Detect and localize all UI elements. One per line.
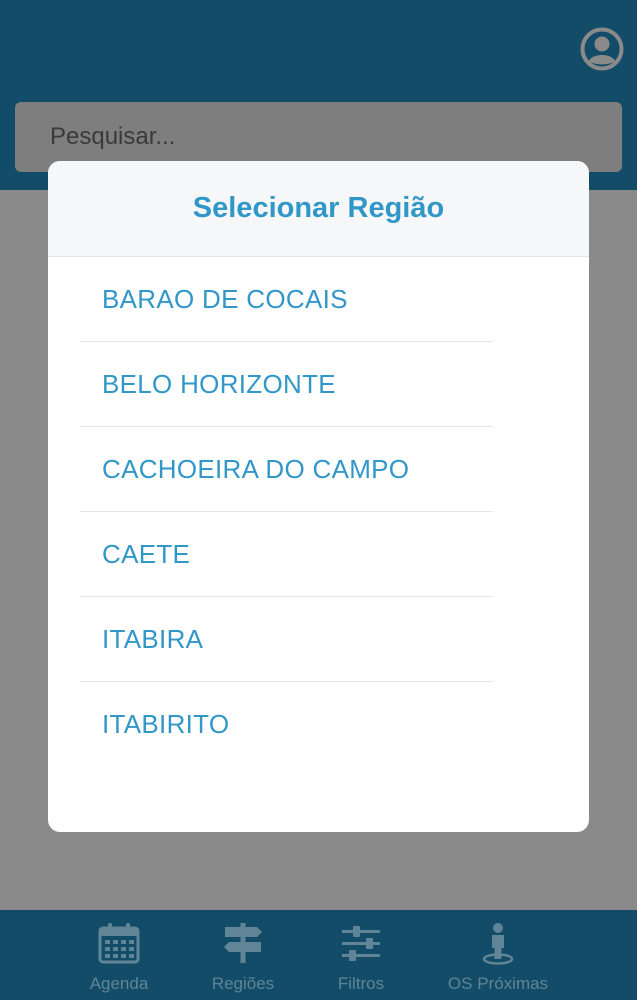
region-option-label: ITABIRA bbox=[102, 623, 204, 654]
nav-label-agenda: Agenda bbox=[89, 974, 149, 993]
region-option[interactable]: CAETE bbox=[80, 512, 493, 597]
region-option-label: ITABIRITO bbox=[102, 709, 230, 739]
sliders-icon bbox=[342, 926, 380, 961]
region-option[interactable]: ITABIRITO bbox=[80, 682, 493, 767]
nav-item-os-proximas[interactable]: OS Próximas bbox=[438, 910, 558, 1000]
nav-label-regioes: Regiões bbox=[211, 974, 275, 993]
region-option-label: BARAO DE COCAIS bbox=[102, 283, 348, 314]
region-option-label: BELO HORIZONTE bbox=[102, 368, 336, 399]
signpost-icon bbox=[224, 923, 262, 963]
region-option[interactable]: CACHOEIRA DO CAMPO bbox=[80, 427, 493, 512]
location-person-icon bbox=[482, 923, 514, 965]
dialog-header: Selecionar Região bbox=[48, 161, 589, 257]
nav-item-agenda[interactable]: Agenda bbox=[78, 910, 160, 1000]
nav-item-regioes[interactable]: Regiões bbox=[202, 910, 284, 1000]
dialog-title: Selecionar Região bbox=[192, 192, 445, 224]
nav-label-os-proximas: OS Próximas bbox=[447, 974, 549, 993]
select-region-dialog: Selecionar Região BARAO DE COCAIS BELO H… bbox=[48, 161, 589, 832]
user-avatar-icon[interactable] bbox=[580, 27, 624, 71]
region-option-label: CAETE bbox=[102, 538, 191, 569]
region-list: BARAO DE COCAIS BELO HORIZONTE CACHOEIRA… bbox=[48, 257, 589, 767]
nav-label-filtros: Filtros bbox=[337, 974, 385, 993]
nav-item-filtros[interactable]: Filtros bbox=[320, 910, 402, 1000]
calendar-icon bbox=[98, 923, 140, 964]
region-option[interactable]: BELO HORIZONTE bbox=[80, 342, 493, 427]
region-option[interactable]: BARAO DE COCAIS bbox=[80, 257, 493, 342]
region-option-label: CACHOEIRA DO CAMPO bbox=[102, 453, 410, 484]
region-option[interactable]: ITABIRA bbox=[80, 597, 493, 682]
bottom-navigation: Agenda Regiões Filtros OS Próximas bbox=[0, 910, 637, 1000]
